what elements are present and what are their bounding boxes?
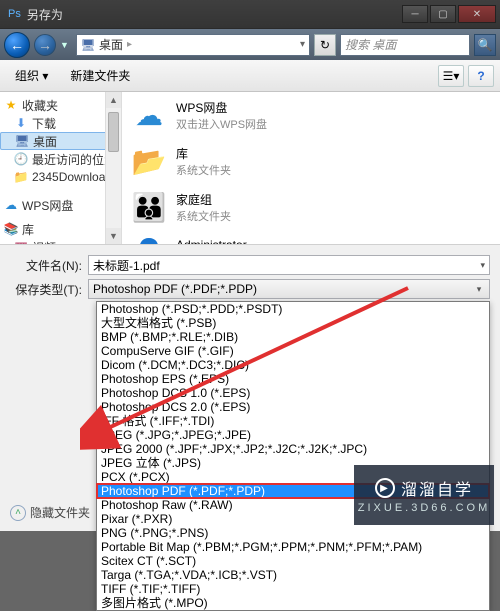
filename-input[interactable]: 未标题-1.pdf▾ — [88, 255, 490, 275]
item-title: 库 — [176, 145, 231, 162]
list-item[interactable]: 📂 库系统文件夹 — [122, 138, 500, 184]
format-option[interactable]: Scitex CT (*.SCT) — [97, 554, 489, 568]
savetype-label: 保存类型(T): — [10, 281, 82, 298]
back-button[interactable]: ← — [4, 32, 30, 58]
desktop-icon: 🖥 — [15, 134, 29, 148]
explorer-nav: ← → ▼ 🖥 桌面 ▸ ▾ ↻ 搜索 桌面 🔍 — [0, 28, 500, 60]
sidebar-downloads[interactable]: ⬇下载 — [0, 114, 121, 132]
filename-label: 文件名(N): — [10, 257, 82, 274]
format-option[interactable]: Photoshop EPS (*.EPS) — [97, 372, 489, 386]
lib-icon: 📂 — [132, 144, 166, 178]
chevron-down-icon: ▾ — [471, 282, 487, 296]
hide-folders-toggle[interactable]: ˄ 隐藏文件夹 — [10, 504, 90, 521]
library-icon: 📚 — [4, 222, 18, 236]
format-option[interactable]: Dicom (*.DCM;*.DC3;*.DIC) — [97, 358, 489, 372]
scroll-thumb[interactable] — [108, 112, 119, 152]
explorer-toolbar: 组织 ▾ 新建文件夹 ☰▾ ? — [0, 60, 500, 92]
organize-button[interactable]: 组织 ▾ — [6, 63, 57, 88]
format-option[interactable]: JPEG (*.JPG;*.JPEG;*.JPE) — [97, 428, 489, 442]
star-icon: ★ — [4, 98, 18, 112]
item-subtitle: 系统文件夹 — [176, 162, 231, 178]
photoshop-icon: Ps — [8, 8, 21, 20]
format-option[interactable]: Portable Bit Map (*.PBM;*.PGM;*.PPM;*.PN… — [97, 540, 489, 554]
history-dropdown[interactable]: ▼ — [60, 40, 72, 50]
folder-icon: 📁 — [14, 170, 28, 184]
item-subtitle: 系统文件夹 — [176, 208, 231, 224]
address-text: 桌面 — [99, 36, 123, 53]
sidebar-desktop[interactable]: 🖥桌面 — [0, 132, 121, 150]
format-option[interactable]: 大型文档格式 (*.PSB) — [97, 316, 489, 330]
play-icon: ▶ — [375, 478, 395, 498]
forward-button[interactable]: → — [34, 34, 56, 56]
watermark: ▶ 溜溜自学 ZIXUE.3D66.COM — [354, 465, 494, 525]
format-option[interactable]: PNG (*.PNG;*.PNS) — [97, 526, 489, 540]
sidebar-2345[interactable]: 📁2345Downloads — [0, 168, 121, 186]
breadcrumb-chevron-icon: ▸ — [127, 39, 132, 50]
sidebar-recent[interactable]: 🕘最近访问的位置 — [0, 150, 121, 168]
sidebar-libraries[interactable]: 📚库 — [0, 220, 121, 238]
item-subtitle: 双击进入WPS网盘 — [176, 116, 267, 132]
maximize-button[interactable]: ▢ — [430, 5, 456, 23]
scroll-up-icon[interactable]: ▲ — [106, 92, 121, 108]
window-title: 另存为 — [27, 6, 63, 23]
format-option[interactable]: Targa (*.TGA;*.VDA;*.ICB;*.VST) — [97, 568, 489, 582]
folder-contents[interactable]: ☁WPS网盘双击进入WPS网盘📂库系统文件夹👪家庭组系统文件夹👤Administ… — [122, 92, 500, 244]
format-option[interactable]: IFF 格式 (*.IFF;*.TDI) — [97, 414, 489, 428]
view-button[interactable]: ☰▾ — [438, 65, 464, 87]
minimize-button[interactable]: ─ — [402, 5, 428, 23]
refresh-button[interactable]: ↻ — [314, 34, 336, 56]
desktop-icon: 🖥 — [81, 38, 95, 52]
item-title: 家庭组 — [176, 191, 231, 208]
list-item[interactable]: 👪 家庭组系统文件夹 — [122, 184, 500, 230]
format-option[interactable]: 多图片格式 (*.MPO) — [97, 596, 489, 610]
scroll-down-icon[interactable]: ▼ — [106, 228, 121, 244]
search-placeholder: 搜索 桌面 — [345, 36, 396, 53]
format-option[interactable]: JPEG 2000 (*.JPF;*.JPX;*.JP2;*.J2C;*.J2K… — [97, 442, 489, 456]
savetype-dropdown[interactable]: Photoshop (*.PSD;*.PDD;*.PSDT)大型文档格式 (*.… — [96, 301, 490, 611]
help-button[interactable]: ? — [468, 65, 494, 87]
chevron-up-icon: ˄ — [10, 505, 26, 521]
item-title: WPS网盘 — [176, 99, 267, 116]
sidebar-favorites[interactable]: ★收藏夹 — [0, 96, 121, 114]
address-bar[interactable]: 🖥 桌面 ▸ ▾ — [76, 34, 310, 56]
user-icon: 👤 — [132, 236, 166, 244]
format-option[interactable]: TIFF (*.TIF;*.TIFF) — [97, 582, 489, 596]
group-icon: 👪 — [132, 190, 166, 224]
sidebar-scrollbar[interactable]: ▲ ▼ — [105, 92, 121, 244]
list-item[interactable]: 👤Administrator系统文件夹 — [122, 230, 500, 244]
close-button[interactable]: ✕ — [458, 5, 496, 23]
format-option[interactable]: BMP (*.BMP;*.RLE;*.DIB) — [97, 330, 489, 344]
list-item[interactable]: ☁ WPS网盘双击进入WPS网盘 — [122, 92, 500, 138]
search-input[interactable]: 搜索 桌面 — [340, 34, 470, 56]
recent-icon: 🕘 — [14, 152, 28, 166]
cloud-icon: ☁ — [132, 98, 166, 132]
new-folder-button[interactable]: 新建文件夹 — [61, 63, 139, 88]
savetype-combo[interactable]: Photoshop PDF (*.PDF;*.PDP) ▾ — [88, 279, 490, 299]
nav-sidebar: ★收藏夹 ⬇下载 🖥桌面 🕘最近访问的位置 📁2345Downloads ☁WP… — [0, 92, 122, 244]
format-option[interactable]: Photoshop DCS 1.0 (*.EPS) — [97, 386, 489, 400]
cloud-icon: ☁ — [4, 198, 18, 212]
sidebar-wps[interactable]: ☁WPS网盘 — [0, 196, 121, 214]
window-titlebar: Ps 另存为 ─ ▢ ✕ — [0, 0, 500, 28]
format-option[interactable]: Photoshop (*.PSD;*.PDD;*.PSDT) — [97, 302, 489, 316]
download-icon: ⬇ — [14, 116, 28, 130]
search-button[interactable]: 🔍 — [474, 34, 496, 56]
format-option[interactable]: CompuServe GIF (*.GIF) — [97, 344, 489, 358]
address-dropdown-icon[interactable]: ▾ — [300, 39, 305, 50]
format-option[interactable]: Photoshop DCS 2.0 (*.EPS) — [97, 400, 489, 414]
